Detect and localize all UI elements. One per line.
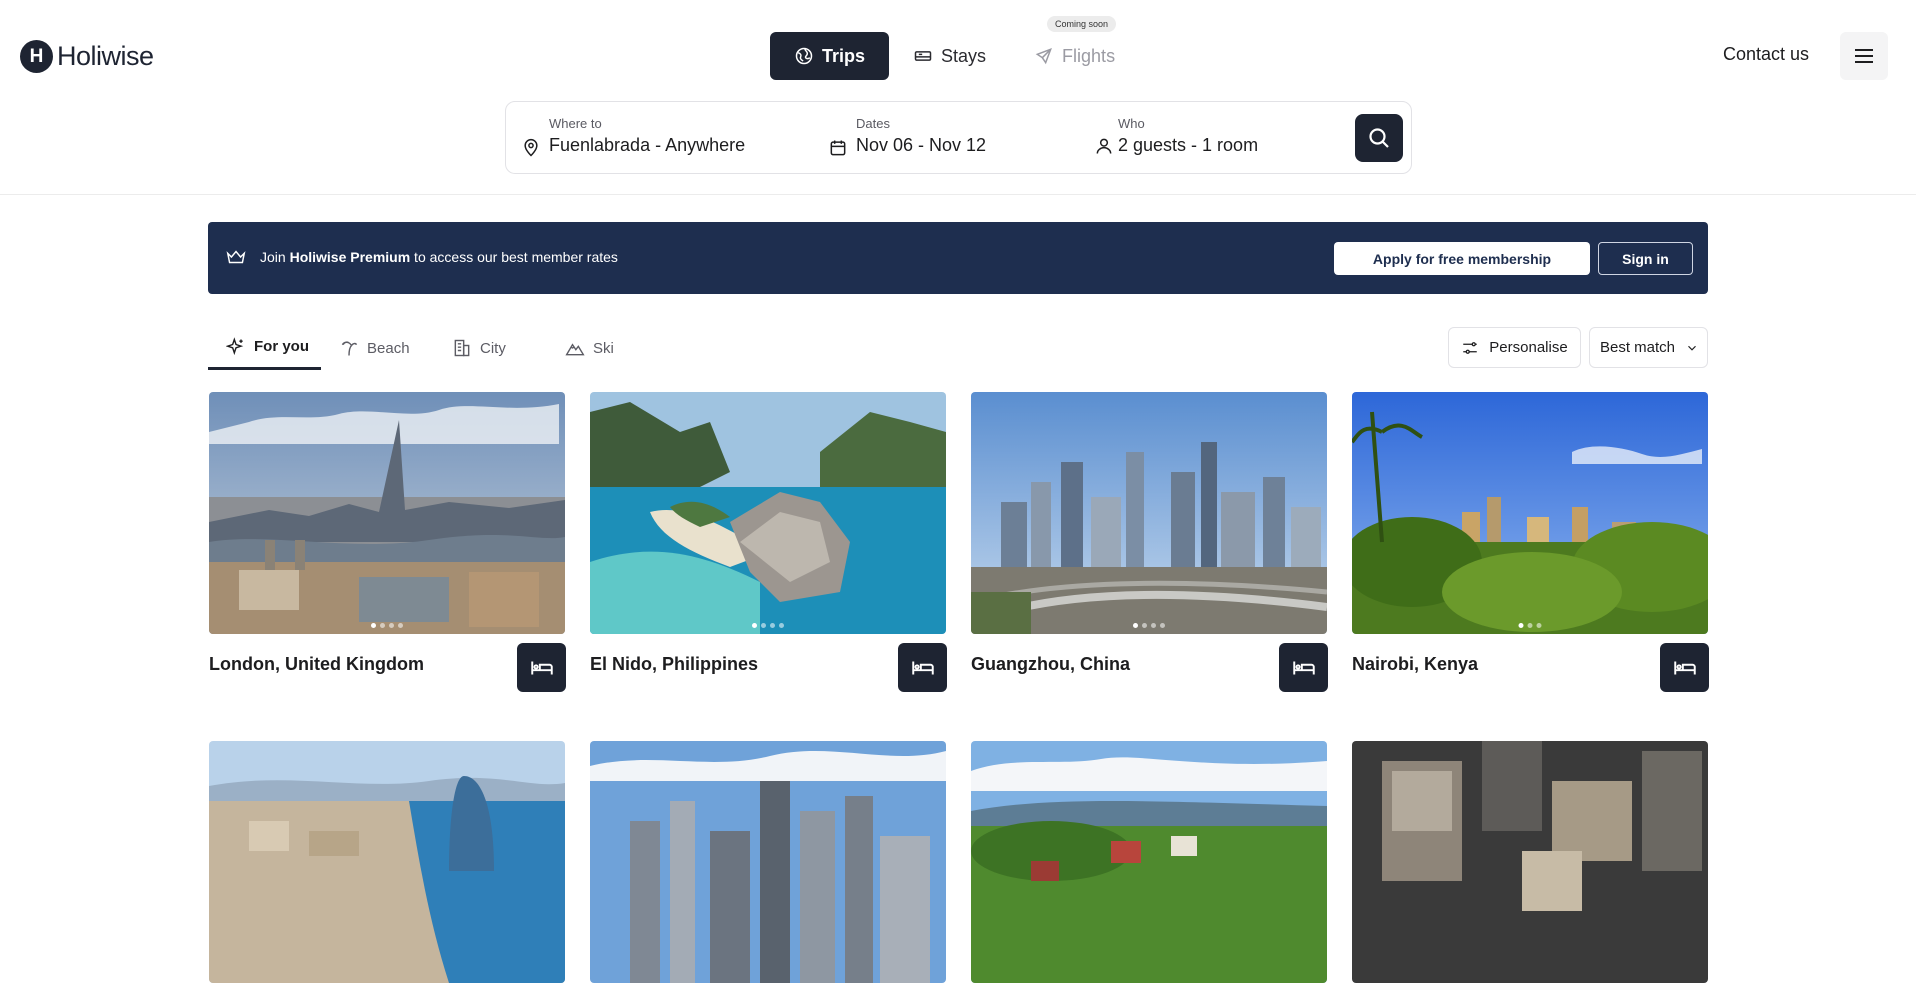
banner-brand: Holiwise Premium <box>289 249 411 265</box>
stays-button[interactable] <box>898 643 947 692</box>
search-button[interactable] <box>1355 114 1403 162</box>
destination-title[interactable]: El Nido, Philippines <box>590 654 758 675</box>
tab-trips-label: Trips <box>822 45 866 66</box>
el-nido-beach-image <box>590 392 946 634</box>
banner-text-after: to access our best member rates <box>410 249 618 265</box>
destination-photo[interactable] <box>590 392 946 634</box>
tab-trips[interactable]: Trips <box>770 32 890 80</box>
bed-icon <box>914 51 932 61</box>
banner-text-before: Join <box>260 249 290 265</box>
where-value: Fuenlabrada - Anywhere <box>549 135 746 155</box>
logo-text: Holiwise <box>57 41 154 71</box>
top-header: H Holiwise Coming soon Trips Stays Fligh… <box>0 0 1916 195</box>
stays-button[interactable] <box>517 643 566 692</box>
tab-flights[interactable]: Flights <box>1010 32 1139 80</box>
category-beach[interactable]: Beach <box>321 326 434 370</box>
dates-value: Nov 06 - Nov 12 <box>856 135 987 155</box>
category-ski[interactable]: Ski <box>547 326 660 370</box>
bed-icon <box>1292 661 1315 674</box>
destination-title[interactable]: London, United Kingdom <box>209 654 424 675</box>
tab-stays-label: Stays <box>941 45 987 66</box>
globe-icon <box>795 47 813 65</box>
contact-us-link[interactable]: Contact us <box>1723 44 1809 65</box>
guangzhou-city-image <box>971 392 1327 634</box>
bed-icon <box>1673 661 1696 674</box>
tab-stays[interactable]: Stays <box>889 32 1010 80</box>
category-tabs: For you Beach City Ski <box>208 326 660 370</box>
calendar-icon <box>830 140 846 156</box>
category-city[interactable]: City <box>434 326 547 370</box>
category-for-you-label: For you <box>254 338 309 355</box>
category-ski-label: Ski <box>593 339 614 357</box>
location-pin-icon <box>524 138 538 157</box>
sort-select[interactable]: Best match <box>1589 327 1708 368</box>
crown-icon <box>226 250 246 264</box>
destination-photo[interactable] <box>1352 392 1708 634</box>
mountain-icon <box>565 343 585 356</box>
main-nav-tabs: Trips Stays Flights <box>770 32 1139 80</box>
stays-button[interactable] <box>1660 643 1709 692</box>
stays-button[interactable] <box>1279 643 1328 692</box>
destination-photo[interactable] <box>590 741 946 983</box>
menu-button[interactable] <box>1840 32 1888 80</box>
destination-card-oslo[interactable] <box>971 741 1327 983</box>
destination-title[interactable]: Nairobi, Kenya <box>1352 654 1478 675</box>
bed-icon <box>911 661 934 674</box>
category-beach-label: Beach <box>367 339 410 357</box>
destination-card-aerial-city[interactable] <box>1352 741 1708 983</box>
search-icon <box>1369 128 1389 148</box>
bed-icon <box>530 661 553 674</box>
destination-photo[interactable] <box>971 392 1327 634</box>
person-icon <box>1096 138 1112 154</box>
banner-text: Join Holiwise Premium to access our best… <box>260 249 618 265</box>
category-for-you[interactable]: For you <box>208 326 321 370</box>
personalise-label: Personalise <box>1489 339 1568 356</box>
holiwise-logo[interactable]: H Holiwise <box>20 40 154 73</box>
sliders-icon <box>1463 341 1478 354</box>
chevron-down-icon <box>1688 345 1696 351</box>
barcelona-coast-image <box>209 741 565 983</box>
destination-card-montreal[interactable] <box>590 741 946 983</box>
destination-title[interactable]: Guangzhou, China <box>971 654 1130 675</box>
palm-icon <box>341 341 358 356</box>
dates-field[interactable]: Dates Nov 06 - Nov 12 <box>830 116 987 156</box>
destination-card-el-nido[interactable]: El Nido, Philippines <box>590 392 947 692</box>
where-field[interactable]: Where to Fuenlabrada - Anywhere <box>524 116 746 157</box>
nairobi-skyline-image <box>1352 392 1708 634</box>
who-label: Who <box>1118 116 1145 131</box>
destination-card-barcelona[interactable] <box>209 741 565 983</box>
hamburger-icon <box>1855 49 1873 63</box>
destination-photo[interactable] <box>209 741 565 983</box>
apply-membership-button[interactable]: Apply for free membership <box>1334 242 1590 275</box>
who-value: 2 guests - 1 room <box>1118 135 1259 155</box>
where-label: Where to <box>549 116 602 131</box>
search-bar: Where to Fuenlabrada - Anywhere Dates No… <box>505 101 1412 174</box>
destination-card-nairobi[interactable]: Nairobi, Kenya <box>1352 392 1709 692</box>
sort-label: Best match <box>1600 339 1676 356</box>
hillside-town-image <box>971 741 1327 983</box>
building-icon <box>454 339 470 357</box>
category-city-label: City <box>480 339 506 357</box>
sparkle-icon <box>226 336 244 355</box>
destination-photo[interactable] <box>209 392 565 634</box>
logo-mark: H <box>20 40 53 73</box>
premium-banner: Join Holiwise Premium to access our best… <box>208 222 1708 294</box>
plane-icon <box>1035 48 1052 65</box>
tab-flights-label: Flights <box>1062 45 1116 66</box>
destination-photo[interactable] <box>971 741 1327 983</box>
who-field[interactable]: Who 2 guests - 1 room <box>1096 116 1259 156</box>
montreal-skyline-image <box>590 741 946 983</box>
aerial-city-image <box>1352 741 1708 983</box>
personalise-button[interactable]: Personalise <box>1448 327 1581 368</box>
sign-in-button[interactable]: Sign in <box>1598 242 1693 275</box>
london-skyline-image <box>209 392 565 634</box>
coming-soon-badge: Coming soon <box>1047 16 1117 32</box>
destination-card-london[interactable]: London, United Kingdom <box>209 392 566 692</box>
destination-photo[interactable] <box>1352 741 1708 983</box>
dates-label: Dates <box>856 116 890 131</box>
destination-card-guangzhou[interactable]: Guangzhou, China <box>971 392 1328 692</box>
